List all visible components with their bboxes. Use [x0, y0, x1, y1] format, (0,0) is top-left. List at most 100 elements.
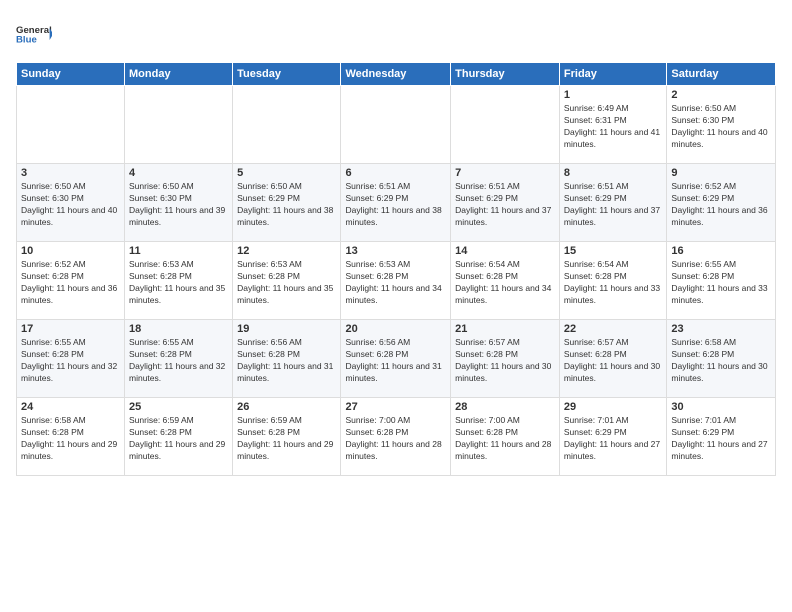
- day-number: 3: [21, 167, 120, 179]
- calendar-cell: 12 Sunrise: 6:53 AMSunset: 6:28 PMDayligh…: [233, 242, 341, 320]
- calendar-week-1: 1 Sunrise: 6:49 AMSunset: 6:31 PMDaylight…: [17, 86, 776, 164]
- day-number: 16: [671, 245, 771, 257]
- day-number: 27: [345, 401, 446, 413]
- day-info: Sunrise: 6:49 AMSunset: 6:31 PMDaylight:…: [564, 103, 662, 151]
- day-number: 23: [671, 323, 771, 335]
- calendar-cell: 11 Sunrise: 6:53 AMSunset: 6:28 PMDayligh…: [125, 242, 233, 320]
- day-number: 15: [564, 245, 662, 257]
- day-header-monday: Monday: [125, 63, 233, 86]
- calendar-cell: 25 Sunrise: 6:59 AMSunset: 6:28 PMDayligh…: [125, 398, 233, 476]
- calendar-cell: 20Sunrise: 6:56 AMSunset: 6:28 PMDayligh…: [341, 320, 451, 398]
- calendar-week-4: 17Sunrise: 6:55 AMSunset: 6:28 PMDayligh…: [17, 320, 776, 398]
- calendar-cell: 15 Sunrise: 6:54 AMSunset: 6:28 PMDayligh…: [559, 242, 666, 320]
- day-number: 2: [671, 89, 771, 101]
- day-info: Sunrise: 7:00 AMSunset: 6:28 PMDaylight:…: [345, 415, 446, 463]
- calendar-cell: 17Sunrise: 6:55 AMSunset: 6:28 PMDayligh…: [17, 320, 125, 398]
- day-info: Sunrise: 6:50 AMSunset: 6:30 PMDaylight:…: [129, 181, 228, 229]
- day-info: Sunrise: 6:51 AMSunset: 6:29 PMDaylight:…: [345, 181, 446, 229]
- day-number: 24: [21, 401, 120, 413]
- calendar-cell: 22 Sunrise: 6:57 AMSunset: 6:28 PMDayligh…: [559, 320, 666, 398]
- day-number: 28: [455, 401, 555, 413]
- day-header-tuesday: Tuesday: [233, 63, 341, 86]
- calendar-cell: 16 Sunrise: 6:55 AMSunset: 6:28 PMDayligh…: [667, 242, 776, 320]
- day-info: Sunrise: 6:51 AMSunset: 6:29 PMDaylight:…: [564, 181, 662, 229]
- day-number: 22: [564, 323, 662, 335]
- day-info: Sunrise: 6:50 AMSunset: 6:30 PMDaylight:…: [21, 181, 120, 229]
- calendar-cell: [341, 86, 451, 164]
- day-number: 5: [237, 167, 336, 179]
- day-info: Sunrise: 6:50 AMSunset: 6:29 PMDaylight:…: [237, 181, 336, 229]
- calendar-week-3: 10 Sunrise: 6:52 AMSunset: 6:28 PMDayligh…: [17, 242, 776, 320]
- day-info: Sunrise: 6:53 AMSunset: 6:28 PMDaylight:…: [237, 259, 336, 307]
- day-number: 20: [345, 323, 446, 335]
- calendar-cell: 7Sunrise: 6:51 AMSunset: 6:29 PMDaylight…: [451, 164, 560, 242]
- day-info: Sunrise: 6:56 AMSunset: 6:28 PMDaylight:…: [237, 337, 336, 385]
- day-header-thursday: Thursday: [451, 63, 560, 86]
- calendar-week-2: 3 Sunrise: 6:50 AMSunset: 6:30 PMDaylight…: [17, 164, 776, 242]
- calendar-cell: 18 Sunrise: 6:55 AMSunset: 6:28 PMDayligh…: [125, 320, 233, 398]
- calendar-cell: 26 Sunrise: 6:59 AMSunset: 6:28 PMDayligh…: [233, 398, 341, 476]
- day-number: 26: [237, 401, 336, 413]
- day-number: 11: [129, 245, 228, 257]
- calendar-cell: 4 Sunrise: 6:50 AMSunset: 6:30 PMDaylight…: [125, 164, 233, 242]
- day-number: 30: [671, 401, 771, 413]
- day-number: 8: [564, 167, 662, 179]
- calendar-cell: 30Sunrise: 7:01 AMSunset: 6:29 PMDayligh…: [667, 398, 776, 476]
- day-info: Sunrise: 6:50 AMSunset: 6:30 PMDaylight:…: [671, 103, 771, 151]
- page-header: General Blue: [16, 16, 776, 52]
- day-info: Sunrise: 6:59 AMSunset: 6:28 PMDaylight:…: [129, 415, 228, 463]
- day-number: 18: [129, 323, 228, 335]
- day-info: Sunrise: 7:01 AMSunset: 6:29 PMDaylight:…: [564, 415, 662, 463]
- calendar-cell: [451, 86, 560, 164]
- day-info: Sunrise: 6:59 AMSunset: 6:28 PMDaylight:…: [237, 415, 336, 463]
- calendar-cell: 5 Sunrise: 6:50 AMSunset: 6:29 PMDaylight…: [233, 164, 341, 242]
- calendar-header-row: SundayMondayTuesdayWednesdayThursdayFrid…: [17, 63, 776, 86]
- day-number: 4: [129, 167, 228, 179]
- day-info: Sunrise: 6:54 AMSunset: 6:28 PMDaylight:…: [455, 259, 555, 307]
- logo-svg: General Blue: [16, 16, 52, 52]
- calendar-cell: 19 Sunrise: 6:56 AMSunset: 6:28 PMDayligh…: [233, 320, 341, 398]
- calendar-cell: [125, 86, 233, 164]
- calendar-body: 1 Sunrise: 6:49 AMSunset: 6:31 PMDaylight…: [17, 86, 776, 476]
- day-info: Sunrise: 6:53 AMSunset: 6:28 PMDaylight:…: [129, 259, 228, 307]
- calendar-cell: [233, 86, 341, 164]
- logo: General Blue: [16, 16, 52, 52]
- day-header-sunday: Sunday: [17, 63, 125, 86]
- calendar-cell: 2 Sunrise: 6:50 AMSunset: 6:30 PMDaylight…: [667, 86, 776, 164]
- day-info: Sunrise: 6:53 AMSunset: 6:28 PMDaylight:…: [345, 259, 446, 307]
- day-number: 1: [564, 89, 662, 101]
- calendar-cell: 10 Sunrise: 6:52 AMSunset: 6:28 PMDayligh…: [17, 242, 125, 320]
- day-info: Sunrise: 6:55 AMSunset: 6:28 PMDaylight:…: [671, 259, 771, 307]
- day-info: Sunrise: 6:55 AMSunset: 6:28 PMDaylight:…: [21, 337, 120, 385]
- day-number: 19: [237, 323, 336, 335]
- day-number: 21: [455, 323, 555, 335]
- day-info: Sunrise: 6:54 AMSunset: 6:28 PMDaylight:…: [564, 259, 662, 307]
- day-number: 10: [21, 245, 120, 257]
- calendar-cell: 1 Sunrise: 6:49 AMSunset: 6:31 PMDaylight…: [559, 86, 666, 164]
- day-number: 13: [345, 245, 446, 257]
- svg-text:Blue: Blue: [16, 34, 37, 45]
- calendar-cell: 27 Sunrise: 7:00 AMSunset: 6:28 PMDayligh…: [341, 398, 451, 476]
- day-info: Sunrise: 6:55 AMSunset: 6:28 PMDaylight:…: [129, 337, 228, 385]
- day-info: Sunrise: 6:52 AMSunset: 6:28 PMDaylight:…: [21, 259, 120, 307]
- day-info: Sunrise: 6:58 AMSunset: 6:28 PMDaylight:…: [671, 337, 771, 385]
- day-info: Sunrise: 7:00 AMSunset: 6:28 PMDaylight:…: [455, 415, 555, 463]
- day-number: 6: [345, 167, 446, 179]
- day-number: 14: [455, 245, 555, 257]
- day-info: Sunrise: 6:58 AMSunset: 6:28 PMDaylight:…: [21, 415, 120, 463]
- day-number: 12: [237, 245, 336, 257]
- day-number: 25: [129, 401, 228, 413]
- calendar-cell: 9Sunrise: 6:52 AMSunset: 6:29 PMDaylight…: [667, 164, 776, 242]
- calendar-cell: 24 Sunrise: 6:58 AMSunset: 6:28 PMDayligh…: [17, 398, 125, 476]
- calendar-cell: 21 Sunrise: 6:57 AMSunset: 6:28 PMDayligh…: [451, 320, 560, 398]
- day-number: 29: [564, 401, 662, 413]
- calendar-cell: 6 Sunrise: 6:51 AMSunset: 6:29 PMDaylight…: [341, 164, 451, 242]
- calendar-week-5: 24 Sunrise: 6:58 AMSunset: 6:28 PMDayligh…: [17, 398, 776, 476]
- day-info: Sunrise: 6:57 AMSunset: 6:28 PMDaylight:…: [564, 337, 662, 385]
- calendar-table: SundayMondayTuesdayWednesdayThursdayFrid…: [16, 62, 776, 476]
- calendar-cell: 3 Sunrise: 6:50 AMSunset: 6:30 PMDaylight…: [17, 164, 125, 242]
- calendar-cell: 23 Sunrise: 6:58 AMSunset: 6:28 PMDayligh…: [667, 320, 776, 398]
- day-info: Sunrise: 6:57 AMSunset: 6:28 PMDaylight:…: [455, 337, 555, 385]
- calendar-cell: 29 Sunrise: 7:01 AMSunset: 6:29 PMDayligh…: [559, 398, 666, 476]
- day-header-saturday: Saturday: [667, 63, 776, 86]
